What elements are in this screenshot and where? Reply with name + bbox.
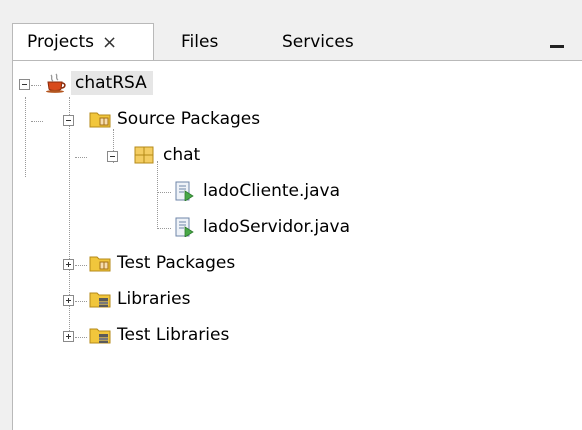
collapse-toggle[interactable]	[19, 79, 30, 90]
tree-node-test-packages[interactable]: Test Packages	[117, 247, 235, 279]
tree-node-libraries[interactable]: Libraries	[117, 283, 190, 315]
minimize-button[interactable]	[548, 30, 566, 48]
tree-node-project[interactable]: chatRSA	[71, 67, 153, 99]
tree-line	[157, 192, 171, 193]
package-icon	[134, 146, 154, 164]
source-folder-icon	[89, 256, 111, 272]
tab-files[interactable]: Files	[181, 23, 218, 60]
java-cup-icon	[46, 73, 66, 93]
tree-line	[75, 337, 87, 338]
test-packages-label: Test Packages	[117, 253, 236, 273]
tree-line	[75, 157, 87, 158]
tree-node-test-libraries[interactable]: Test Libraries	[117, 319, 229, 351]
test-libraries-label: Test Libraries	[117, 325, 230, 345]
expand-toggle[interactable]	[63, 259, 74, 270]
tree-line	[31, 85, 41, 86]
project-label: chatRSA	[71, 71, 153, 95]
tree-node-file-ladocliente[interactable]: ladoCliente.java	[203, 175, 340, 207]
library-folder-icon	[89, 328, 111, 344]
tab-services-label: Services	[282, 31, 354, 52]
tree-line	[157, 161, 158, 229]
source-packages-label: Source Packages	[117, 109, 261, 129]
project-tree: chatRSA Source Packages chat ladoCliente…	[13, 61, 582, 430]
tab-projects[interactable]: Projects ×	[12, 23, 154, 60]
libraries-label: Libraries	[117, 289, 191, 309]
java-class-file-icon	[175, 217, 194, 237]
tree-line	[75, 265, 87, 266]
collapse-toggle[interactable]	[63, 115, 74, 126]
tree-node-file-ladoservidor[interactable]: ladoServidor.java	[203, 211, 350, 243]
tab-services[interactable]: Services	[282, 23, 354, 60]
tab-projects-label: Projects	[27, 32, 95, 52]
minimize-icon	[550, 45, 564, 48]
chat-package-label: chat	[163, 145, 201, 165]
tree-node-source-packages[interactable]: Source Packages	[117, 103, 260, 135]
tree-line	[31, 121, 43, 122]
expand-toggle[interactable]	[63, 331, 74, 342]
tab-bar: Projects × Files Services	[0, 0, 582, 60]
close-icon[interactable]: ×	[102, 32, 117, 53]
tree-line	[25, 97, 26, 177]
projects-panel: chatRSA Source Packages chat ladoCliente…	[12, 60, 582, 430]
tree-line	[157, 228, 171, 229]
java-class-file-icon	[175, 181, 194, 201]
tree-node-chat-package[interactable]: chat	[163, 139, 200, 171]
tab-files-label: Files	[181, 31, 219, 52]
library-folder-icon	[89, 292, 111, 308]
source-folder-icon	[89, 112, 111, 128]
tree-line	[75, 301, 87, 302]
collapse-toggle[interactable]	[107, 151, 118, 162]
expand-toggle[interactable]	[63, 295, 74, 306]
file-label: ladoServidor.java	[203, 217, 350, 237]
file-label: ladoCliente.java	[203, 181, 341, 201]
